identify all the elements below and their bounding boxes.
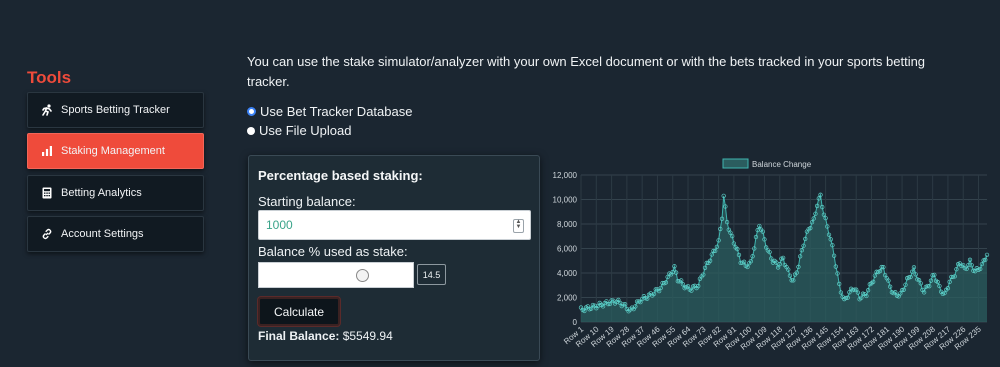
running-icon <box>40 103 54 117</box>
y-tick-label: 12,000 <box>553 171 578 180</box>
option-bet-tracker-database[interactable]: Use Bet Tracker Database <box>247 104 412 119</box>
y-tick-label: 2,000 <box>557 294 578 303</box>
bar-chart-icon <box>40 144 54 158</box>
y-tick-label: 6,000 <box>557 245 578 254</box>
final-balance-value: $5549.94 <box>342 329 393 343</box>
final-balance: Final Balance: $5549.94 <box>258 329 393 343</box>
balance-chart: 02,0004,0006,0008,00010,00012,000 Row 1R… <box>553 158 990 352</box>
legend-swatch <box>722 158 749 169</box>
sidebar-item-label: Staking Management <box>61 145 165 157</box>
link-icon <box>40 227 54 241</box>
starting-balance-value: 1000 <box>266 218 293 232</box>
panel-title: Percentage based staking: <box>258 168 423 183</box>
intro-text: You can use the stake simulator/analyzer… <box>247 54 926 89</box>
sidebar-item-betting-analytics[interactable]: Betting Analytics <box>27 175 204 211</box>
y-tick-label: 4,000 <box>557 269 578 278</box>
stake-percent-label: Balance % used as stake: <box>258 244 408 259</box>
calculate-button[interactable]: Calculate <box>258 297 340 326</box>
sidebar-item-label: Betting Analytics <box>61 187 142 199</box>
option-file-upload[interactable]: Use File Upload <box>247 123 352 138</box>
legend-label: Balance Change <box>752 160 812 169</box>
slider-thumb[interactable] <box>356 269 369 282</box>
radio-button-checked[interactable] <box>247 107 256 116</box>
starting-balance-label: Starting balance: <box>258 194 356 209</box>
starting-balance-input[interactable]: 1000 ▲ ▼ <box>258 210 531 240</box>
option-label: Use File Upload <box>259 123 352 138</box>
option-label: Use Bet Tracker Database <box>260 104 413 119</box>
tools-heading: Tools <box>27 68 72 87</box>
spinner-icon[interactable]: ▲ ▼ <box>513 219 524 233</box>
radio-button[interactable] <box>247 126 255 135</box>
staking-panel: Percentage based staking: Starting balan… <box>248 155 540 361</box>
y-tick-label: 8,000 <box>557 220 578 229</box>
calculator-icon <box>40 186 54 200</box>
sidebar-item-account-settings[interactable]: Account Settings <box>27 216 204 252</box>
final-balance-label: Final Balance: <box>258 329 340 343</box>
sidebar-item-sports-betting-tracker[interactable]: Sports Betting Tracker <box>27 92 204 128</box>
stake-percent-value: 14.5 <box>417 264 446 285</box>
sidebar-item-label: Sports Betting Tracker <box>61 104 170 116</box>
stake-percent-slider[interactable] <box>258 262 414 288</box>
y-tick-label: 10,000 <box>553 196 578 205</box>
sidebar-item-label: Account Settings <box>61 228 144 240</box>
sidebar-item-staking-management[interactable]: Staking Management <box>27 133 204 169</box>
